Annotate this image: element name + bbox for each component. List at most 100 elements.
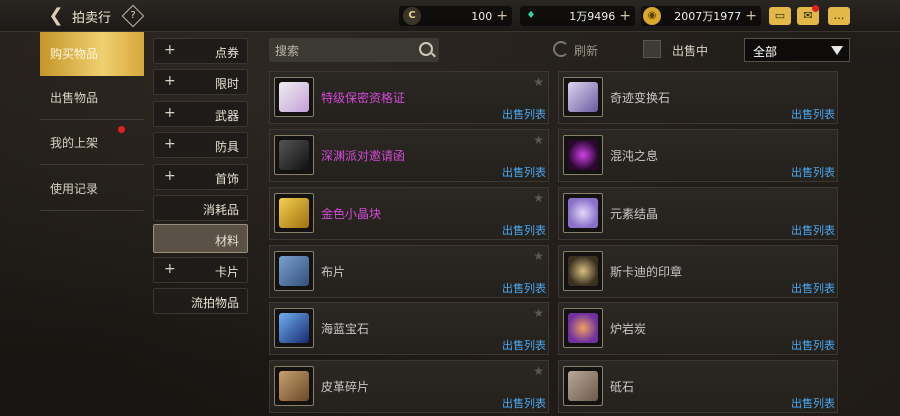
currency-c-coin: C 100 + <box>399 6 512 26</box>
category-label: 武器 <box>214 109 239 123</box>
item-thumbnail <box>563 77 603 117</box>
item-card[interactable]: 海蓝宝石出售列表 ★ <box>269 302 549 355</box>
help-icon[interactable]: ? <box>121 4 145 28</box>
filter-dropdown[interactable]: 全部 <box>744 38 850 62</box>
item-thumbnail <box>274 366 314 406</box>
mail-notification-dot <box>812 5 819 12</box>
item-card[interactable]: 皮革碎片 出售列表 ★ <box>269 360 549 413</box>
item-thumbnail <box>563 135 603 175</box>
item-card[interactable]: 炉岩炭出售列表 <box>558 302 838 355</box>
add-gold-button[interactable]: + <box>745 6 757 26</box>
sell-list-link[interactable]: 出售列表 <box>791 222 835 238</box>
expand-icon: + <box>164 168 176 184</box>
currency-value: 2007万1977 <box>674 10 742 23</box>
sell-list-link[interactable]: 出售列表 <box>502 337 546 353</box>
category-consumable[interactable]: 消耗品 <box>153 195 248 221</box>
category-failed-auction[interactable]: 流拍物品 <box>153 288 248 314</box>
item-name: 深渊派对邀请函 <box>321 149 406 163</box>
sell-list-link[interactable]: 出售列表 <box>791 106 835 122</box>
sell-list-link[interactable]: 出售列表 <box>502 280 546 296</box>
sell-list-link[interactable]: 出售列表 <box>791 337 835 353</box>
category-coupon[interactable]: + 点券 <box>153 38 248 64</box>
item-name: 元素结晶 <box>610 207 659 221</box>
favorite-icon[interactable]: ★ <box>533 191 544 205</box>
nav-item-buy[interactable]: 购买物品 <box>40 32 144 76</box>
favorite-icon[interactable]: ★ <box>533 306 544 320</box>
category-label: 首饰 <box>214 172 239 186</box>
chaos-icon <box>568 140 598 170</box>
selling-checkbox[interactable] <box>643 40 661 58</box>
item-card[interactable]: 混沌之息出售列表 <box>558 129 838 182</box>
category-limited[interactable]: + 限时 <box>153 69 248 95</box>
item-thumbnail <box>274 251 314 291</box>
top-bar: ❮ 拍卖行 ? C 100 + ♦ 1万9496 + ◉ 2007万1977 +… <box>0 0 900 32</box>
search-input[interactable]: 搜索 <box>269 38 439 62</box>
category-weapon[interactable]: + 武器 <box>153 101 248 127</box>
filter-value: 全部 <box>753 45 778 59</box>
category-label: 点券 <box>214 46 239 60</box>
gold-cube-icon <box>279 198 309 228</box>
search-icon[interactable] <box>419 42 433 56</box>
add-gem-button[interactable]: + <box>619 6 631 26</box>
sell-list-link[interactable]: 出售列表 <box>791 395 835 411</box>
leather-icon <box>279 371 309 401</box>
item-card[interactable]: 特级保密资格证 出售列表 ★ <box>269 71 549 124</box>
expand-icon: + <box>164 136 176 152</box>
back-arrow-icon[interactable]: ❮ <box>46 6 66 26</box>
item-card[interactable]: 元素结晶出售列表 <box>558 187 838 240</box>
seal-icon <box>568 256 598 286</box>
selling-label: 出售中 <box>672 44 709 58</box>
sell-list-link[interactable]: 出售列表 <box>502 395 546 411</box>
currency-value: 1万9496 <box>569 10 616 23</box>
favorite-icon[interactable]: ★ <box>533 75 544 89</box>
item-name: 海蓝宝石 <box>321 322 370 336</box>
nav-label: 购买物品 <box>50 47 99 61</box>
category-jewelry[interactable]: + 首饰 <box>153 164 248 190</box>
item-card[interactable]: 斯卡迪的印章 出售列表 <box>558 245 838 298</box>
c-coin-icon: C <box>403 7 421 25</box>
selling-toggle[interactable]: 出售中 <box>643 40 733 60</box>
category-label: 流拍物品 <box>190 296 239 310</box>
chat-icon[interactable]: … <box>828 7 850 25</box>
category-label: 材料 <box>214 234 239 248</box>
refresh-button[interactable]: 刷新 <box>553 41 623 61</box>
category-label: 防具 <box>214 140 239 154</box>
item-name: 炉岩炭 <box>610 322 647 336</box>
sell-list-link[interactable]: 出售列表 <box>791 164 835 180</box>
shop-icon[interactable]: ▭ <box>769 7 791 25</box>
sell-list-link[interactable]: 出售列表 <box>502 164 546 180</box>
nav-label: 我的上架 <box>50 136 99 150</box>
favorite-icon[interactable]: ★ <box>533 249 544 263</box>
sell-list-link[interactable]: 出售列表 <box>502 106 546 122</box>
add-c-coin-button[interactable]: + <box>496 6 508 26</box>
category-armor[interactable]: + 防具 <box>153 132 248 158</box>
page-title: 拍卖行 <box>72 11 112 26</box>
nav-item-history[interactable]: 使用记录 <box>40 167 144 211</box>
certificate-icon <box>279 82 309 112</box>
item-name: 砥石 <box>610 380 635 394</box>
charcoal-icon <box>568 313 598 343</box>
item-name: 混沌之息 <box>610 149 659 163</box>
nav-item-sell[interactable]: 出售物品 <box>40 76 144 120</box>
favorite-icon[interactable]: ★ <box>533 133 544 147</box>
item-card[interactable]: 砥石出售列表 <box>558 360 838 413</box>
sell-list-link[interactable]: 出售列表 <box>791 280 835 296</box>
nav-label: 使用记录 <box>50 182 99 196</box>
sell-list-link[interactable]: 出售列表 <box>502 222 546 238</box>
item-card[interactable]: 深渊派对邀请函出售列表 ★ <box>269 129 549 182</box>
my-listings-notification-dot <box>118 126 125 133</box>
item-name: 奇迹变换石 <box>610 91 671 105</box>
refresh-icon <box>553 41 569 57</box>
item-card[interactable]: 布片出售列表 ★ <box>269 245 549 298</box>
item-name: 布片 <box>321 265 346 279</box>
category-material[interactable]: 材料 <box>153 224 248 253</box>
refresh-label: 刷新 <box>574 44 599 58</box>
favorite-icon[interactable]: ★ <box>533 364 544 378</box>
item-card[interactable]: 奇迹变换石出售列表 <box>558 71 838 124</box>
gold-icon: ◉ <box>643 7 661 25</box>
chevron-down-icon <box>831 46 843 55</box>
item-thumbnail <box>563 308 603 348</box>
nav-item-my-listings[interactable]: 我的上架 <box>40 121 144 165</box>
item-card[interactable]: 金色小晶块 出售列表 ★ <box>269 187 549 240</box>
category-card[interactable]: + 卡片 <box>153 257 248 283</box>
